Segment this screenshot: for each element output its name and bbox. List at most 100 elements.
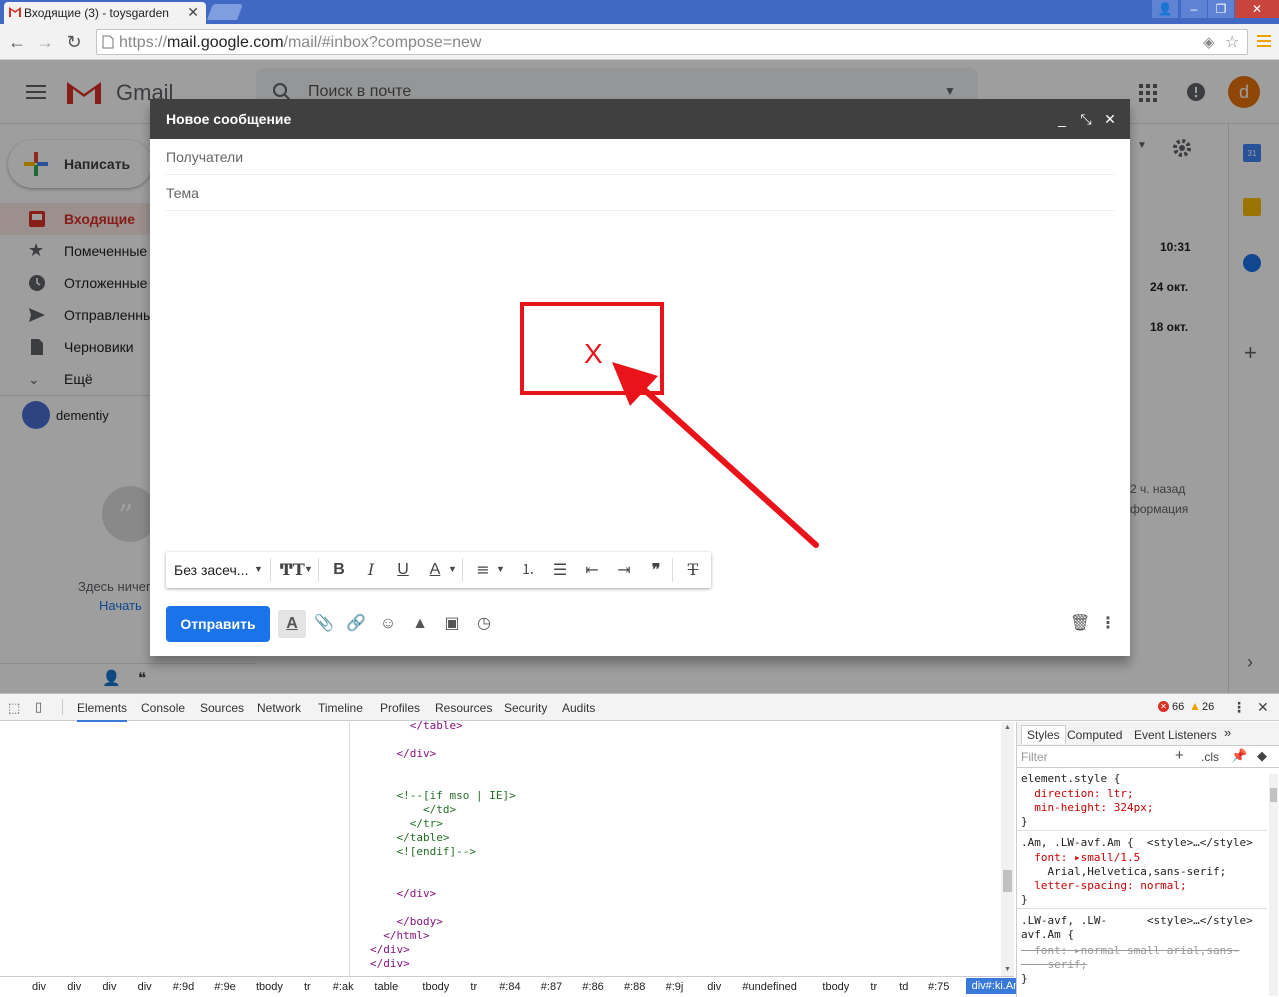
event-listeners-tab[interactable]: Event Listeners xyxy=(1134,728,1217,742)
close-devtools-icon[interactable]: ✕ xyxy=(1257,699,1269,716)
cls-toggle[interactable]: .cls xyxy=(1201,750,1219,764)
dom-code-line[interactable]: </div> xyxy=(370,747,436,760)
insert-photo-icon[interactable]: ▣ xyxy=(442,614,462,634)
align-icon[interactable]: ≡ xyxy=(473,560,493,580)
quote-icon[interactable]: ❞ xyxy=(646,560,666,580)
style-rule-line[interactable]: avf.Am { xyxy=(1021,928,1074,941)
close-window-icon[interactable]: ✕ xyxy=(1235,0,1279,18)
minimize-icon[interactable]: – xyxy=(1181,0,1207,18)
devtools-tab-network[interactable]: Network xyxy=(257,701,301,715)
back-arrow-icon[interactable]: ← xyxy=(6,31,28,53)
restore-icon[interactable]: ❐ xyxy=(1208,0,1234,18)
devtools-tab-security[interactable]: Security xyxy=(504,701,547,715)
breadcrumb-item[interactable]: #:84 xyxy=(499,981,520,993)
insert-emoji-icon[interactable]: ☺ xyxy=(378,614,398,634)
send-button[interactable]: Отправить xyxy=(166,606,270,642)
address-bar[interactable]: https://mail.google.com/mail/#inbox?comp… xyxy=(96,29,1248,55)
dom-code-line[interactable]: <!--[if mso | IE]> xyxy=(370,789,515,802)
bold-icon[interactable]: B xyxy=(329,560,349,580)
devtools-tab-elements[interactable]: Elements xyxy=(77,701,128,722)
google-drive-icon[interactable]: ▲ xyxy=(410,614,430,634)
breadcrumb-item[interactable]: #:9e xyxy=(214,981,235,993)
breadcrumb-item[interactable]: tbody xyxy=(256,981,283,993)
style-rule-line[interactable]: } xyxy=(1021,972,1028,985)
browser-tab-active[interactable]: Входящие (3) - toysgarden ✕ xyxy=(4,2,206,24)
devtools-tab-console[interactable]: Console xyxy=(141,701,185,715)
error-count[interactable]: 66 xyxy=(1172,701,1184,713)
breadcrumb-item[interactable]: tbody xyxy=(822,981,849,993)
font-size-dropdown-icon[interactable]: ▼ xyxy=(304,564,313,574)
tab-close-icon[interactable]: ✕ xyxy=(187,4,199,21)
breadcrumb-item[interactable]: td xyxy=(899,981,908,993)
breadcrumb-item[interactable]: div xyxy=(138,981,152,993)
style-rule-line[interactable]: direction: ltr; xyxy=(1021,787,1133,800)
style-rule-line[interactable]: font: ▸normal small arial,sans- xyxy=(1021,944,1239,957)
breadcrumb-item[interactable]: div xyxy=(102,981,116,993)
dom-code-line[interactable]: <![endif]--> xyxy=(370,845,475,858)
devtools-tab-sources[interactable]: Sources xyxy=(200,701,244,715)
styles-scrollbar[interactable] xyxy=(1269,774,1278,996)
align-dropdown-icon[interactable]: ▼ xyxy=(496,564,505,574)
numbered-list-icon[interactable]: ⒈ xyxy=(518,560,538,580)
dom-code-line[interactable]: </td> xyxy=(370,803,456,816)
scroll-up-icon[interactable]: ▲ xyxy=(1004,724,1011,731)
warning-count[interactable]: 26 xyxy=(1202,701,1214,713)
subject-field[interactable]: Тема xyxy=(166,175,1114,211)
devtools-tab-resources[interactable]: Resources xyxy=(435,701,492,715)
device-mode-icon[interactable]: ▯ xyxy=(35,699,42,715)
styles-filter-input[interactable]: Filter xyxy=(1021,750,1048,764)
dom-code-line[interactable]: </table> xyxy=(370,831,449,844)
dom-code-line[interactable]: </html> xyxy=(370,929,429,942)
style-rule-line[interactable]: Arial,Helvetica,sans-serif; xyxy=(1021,865,1226,878)
style-rule-line[interactable]: .Am, .LW-avf.Am { <style>…</style> xyxy=(1021,836,1253,849)
extension-icon[interactable]: ◈ xyxy=(1203,33,1215,51)
style-rule-line[interactable]: } xyxy=(1021,893,1028,906)
breadcrumb-item[interactable]: #undefined xyxy=(742,981,796,993)
dom-code-line[interactable]: </body> xyxy=(370,915,442,928)
new-tab-button[interactable] xyxy=(207,4,243,20)
breadcrumb-item[interactable]: #:88 xyxy=(624,981,645,993)
breadcrumb-item[interactable]: tr xyxy=(304,981,311,993)
style-rule-line[interactable]: serif; xyxy=(1021,958,1087,971)
pin-icon[interactable]: 📌 xyxy=(1231,748,1247,764)
insert-link-icon[interactable]: 🔗 xyxy=(346,614,366,634)
underline-icon[interactable]: U xyxy=(393,560,413,580)
style-rule-line[interactable]: .LW-avf, .LW- <style>…</style> xyxy=(1021,914,1253,927)
font-size-icon[interactable]: ͲT xyxy=(280,560,305,580)
devtools-tab-profiles[interactable]: Profiles xyxy=(380,701,420,715)
dom-code-line[interactable]: </tr> xyxy=(370,817,443,830)
dom-tree-scrollbar[interactable]: ▲ ▼ xyxy=(1001,722,1014,978)
scroll-down-icon[interactable]: ▼ xyxy=(1004,966,1011,973)
style-rule-line[interactable]: element.style { xyxy=(1021,772,1120,785)
text-color-dropdown-icon[interactable]: ▼ xyxy=(448,564,457,574)
breadcrumb-item[interactable]: #:ak xyxy=(333,981,354,993)
recipients-field[interactable]: Получатели xyxy=(166,139,1114,175)
text-color-icon[interactable]: A xyxy=(425,560,445,580)
more-tabs-icon[interactable]: » xyxy=(1224,725,1231,740)
chrome-menu-icon[interactable] xyxy=(1257,33,1271,49)
remove-formatting-icon[interactable]: T xyxy=(683,560,703,580)
breadcrumb-item[interactable]: tr xyxy=(870,981,877,993)
devtools-tab-audits[interactable]: Audits xyxy=(562,701,595,715)
styles-scrollbar-thumb[interactable] xyxy=(1270,788,1277,802)
breadcrumb-item[interactable]: #:87 xyxy=(541,981,562,993)
bookmark-star-icon[interactable]: ☆ xyxy=(1225,32,1239,52)
dom-code-line[interactable]: </table> xyxy=(370,719,463,732)
minimize-icon[interactable]: _ xyxy=(1054,111,1070,127)
reload-icon[interactable]: ↻ xyxy=(63,31,85,53)
inspect-element-icon[interactable]: ⬚ xyxy=(8,700,20,716)
confidential-mode-icon[interactable]: ◷ xyxy=(474,614,494,634)
styles-tab[interactable]: Styles xyxy=(1021,725,1066,744)
breadcrumb-item[interactable]: tbody xyxy=(422,981,449,993)
discard-trash-icon[interactable]: 🗑 xyxy=(1070,614,1090,634)
style-rule-line[interactable]: letter-spacing: normal; xyxy=(1021,879,1186,892)
computed-tab[interactable]: Computed xyxy=(1067,728,1122,742)
forward-arrow-icon[interactable]: → xyxy=(34,31,56,53)
elements-dom-tree[interactable]: </table> </div> <!--[if mso | IE]> </td>… xyxy=(349,719,1014,978)
bulleted-list-icon[interactable]: ☰ xyxy=(550,560,570,580)
style-rule-line[interactable]: font: ▸small/1.5 xyxy=(1021,851,1140,864)
new-style-rule-plus-icon[interactable]: + xyxy=(1175,747,1184,764)
breadcrumb-item[interactable]: #:75 xyxy=(928,981,949,993)
more-options-icon[interactable]: ⋮ xyxy=(1098,614,1118,634)
exit-fullscreen-icon[interactable]: ⤡ xyxy=(1078,111,1094,127)
